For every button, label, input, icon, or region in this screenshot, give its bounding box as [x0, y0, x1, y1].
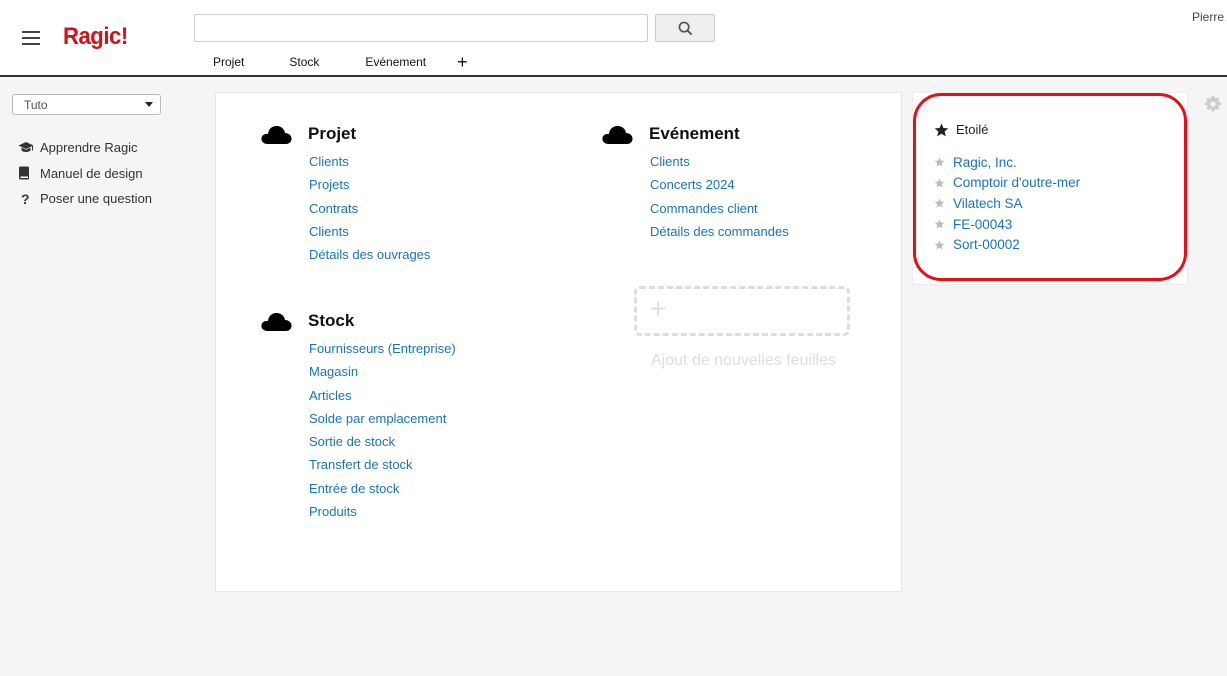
sheet-link-concerts[interactable]: Concerts 2024 — [650, 173, 789, 196]
main-panel: Projet Clients Projets Contrats Clients … — [215, 92, 902, 592]
add-tab-button[interactable]: + — [457, 53, 468, 71]
sheet-link-transfert[interactable]: Transfert de stock — [309, 453, 456, 476]
star-icon[interactable] — [934, 178, 945, 188]
sidebar-links: Apprendre Ragic Manuel de design ? Poser… — [18, 135, 152, 212]
add-sheet-label[interactable]: Ajout de nouvelles feuilles — [651, 350, 851, 372]
sheet-link-sortie[interactable]: Sortie de stock — [309, 430, 456, 453]
starred-item[interactable]: Vilatech SA — [934, 193, 1080, 214]
tab-stock[interactable]: Stock — [289, 55, 319, 69]
starred-item-label[interactable]: Comptoir d'outre-mer — [953, 175, 1080, 190]
sheet-link-commandes[interactable]: Commandes client — [650, 197, 789, 220]
group-stock: Stock Fournisseurs (Entreprise) Magasin … — [261, 309, 456, 523]
search-icon — [678, 21, 692, 35]
starred-item-label[interactable]: FE-00043 — [953, 217, 1012, 232]
star-icon[interactable] — [934, 219, 945, 229]
ragic-logo[interactable]: Ragic! — [63, 23, 128, 51]
sheet-link-clients[interactable]: Clients — [309, 150, 430, 173]
plus-icon: + — [650, 293, 667, 324]
starred-title: Etoilé — [956, 122, 989, 137]
sidebar-item-question[interactable]: ? Poser une question — [18, 186, 152, 212]
caret-down-icon — [145, 102, 153, 107]
star-icon[interactable] — [934, 240, 945, 250]
search-button[interactable] — [655, 14, 715, 42]
sheet-link-clients-2[interactable]: Clients — [309, 220, 430, 243]
question-mark-icon: ? — [21, 190, 30, 207]
sheet-link-articles[interactable]: Articles — [309, 384, 456, 407]
hamburger-menu-icon[interactable] — [22, 31, 40, 45]
sheet-link-details-ouvrages[interactable]: Détails des ouvrages — [309, 243, 430, 266]
sheet-tabs: Projet Stock Evénement + — [213, 53, 468, 71]
starred-item[interactable]: FE-00043 — [934, 214, 1080, 235]
starred-item-label[interactable]: Sort-00002 — [953, 237, 1020, 252]
sheet-link-entree[interactable]: Entrée de stock — [309, 477, 456, 500]
sheet-link-solde[interactable]: Solde par emplacement — [309, 407, 456, 430]
group-evenement: Evénement Clients Concerts 2024 Commande… — [602, 122, 789, 243]
cloud-icon — [261, 126, 292, 144]
starred-header: Etoilé — [934, 122, 989, 137]
group-projet: Projet Clients Projets Contrats Clients … — [261, 122, 430, 266]
add-sheet-button[interactable]: + — [634, 286, 850, 336]
star-icon[interactable] — [934, 157, 945, 167]
top-header: Ragic! Pierre A Projet Stock Evénement + — [0, 0, 1227, 77]
account-select-value: Tuto — [24, 98, 48, 112]
cloud-icon — [261, 313, 292, 331]
starred-item-label[interactable]: Ragic, Inc. — [953, 155, 1017, 170]
starred-item[interactable]: Sort-00002 — [934, 234, 1080, 255]
gear-icon[interactable] — [1204, 95, 1222, 113]
sheet-link-magasin[interactable]: Magasin — [309, 360, 456, 383]
sidebar-item-label: Apprendre Ragic — [40, 140, 138, 156]
group-title[interactable]: Evénement — [649, 124, 740, 144]
group-title[interactable]: Projet — [308, 124, 356, 144]
group-title[interactable]: Stock — [308, 311, 354, 331]
star-icon — [934, 122, 949, 136]
sidebar-item-label: Manuel de design — [40, 165, 143, 181]
sheet-link-details-commandes[interactable]: Détails des commandes — [650, 220, 789, 243]
tab-projet[interactable]: Projet — [213, 55, 244, 69]
sheet-link-clients[interactable]: Clients — [650, 150, 789, 173]
sheet-link-produits[interactable]: Produits — [309, 500, 456, 523]
tab-evenement[interactable]: Evénement — [365, 55, 426, 69]
graduation-cap-icon — [18, 141, 40, 154]
book-icon — [18, 166, 40, 180]
sidebar-item-apprendre[interactable]: Apprendre Ragic — [18, 135, 152, 161]
starred-item-label[interactable]: Vilatech SA — [953, 196, 1023, 211]
starred-item[interactable]: Ragic, Inc. — [934, 152, 1080, 173]
sidebar-item-label: Poser une question — [40, 191, 153, 207]
user-name[interactable]: Pierre A — [1192, 10, 1227, 24]
sheet-link-projets[interactable]: Projets — [309, 173, 430, 196]
star-icon[interactable] — [934, 198, 945, 209]
cloud-icon — [602, 126, 633, 144]
sidebar-item-manuel[interactable]: Manuel de design — [18, 161, 152, 187]
search-input[interactable] — [194, 14, 648, 42]
account-select[interactable]: Tuto — [12, 94, 161, 115]
starred-item[interactable]: Comptoir d'outre-mer — [934, 173, 1080, 194]
sheet-link-contrats[interactable]: Contrats — [309, 197, 430, 220]
sheet-link-fournisseurs[interactable]: Fournisseurs (Entreprise) — [309, 337, 456, 360]
starred-list: Ragic, Inc. Comptoir d'outre-mer Vilatec… — [934, 152, 1080, 255]
